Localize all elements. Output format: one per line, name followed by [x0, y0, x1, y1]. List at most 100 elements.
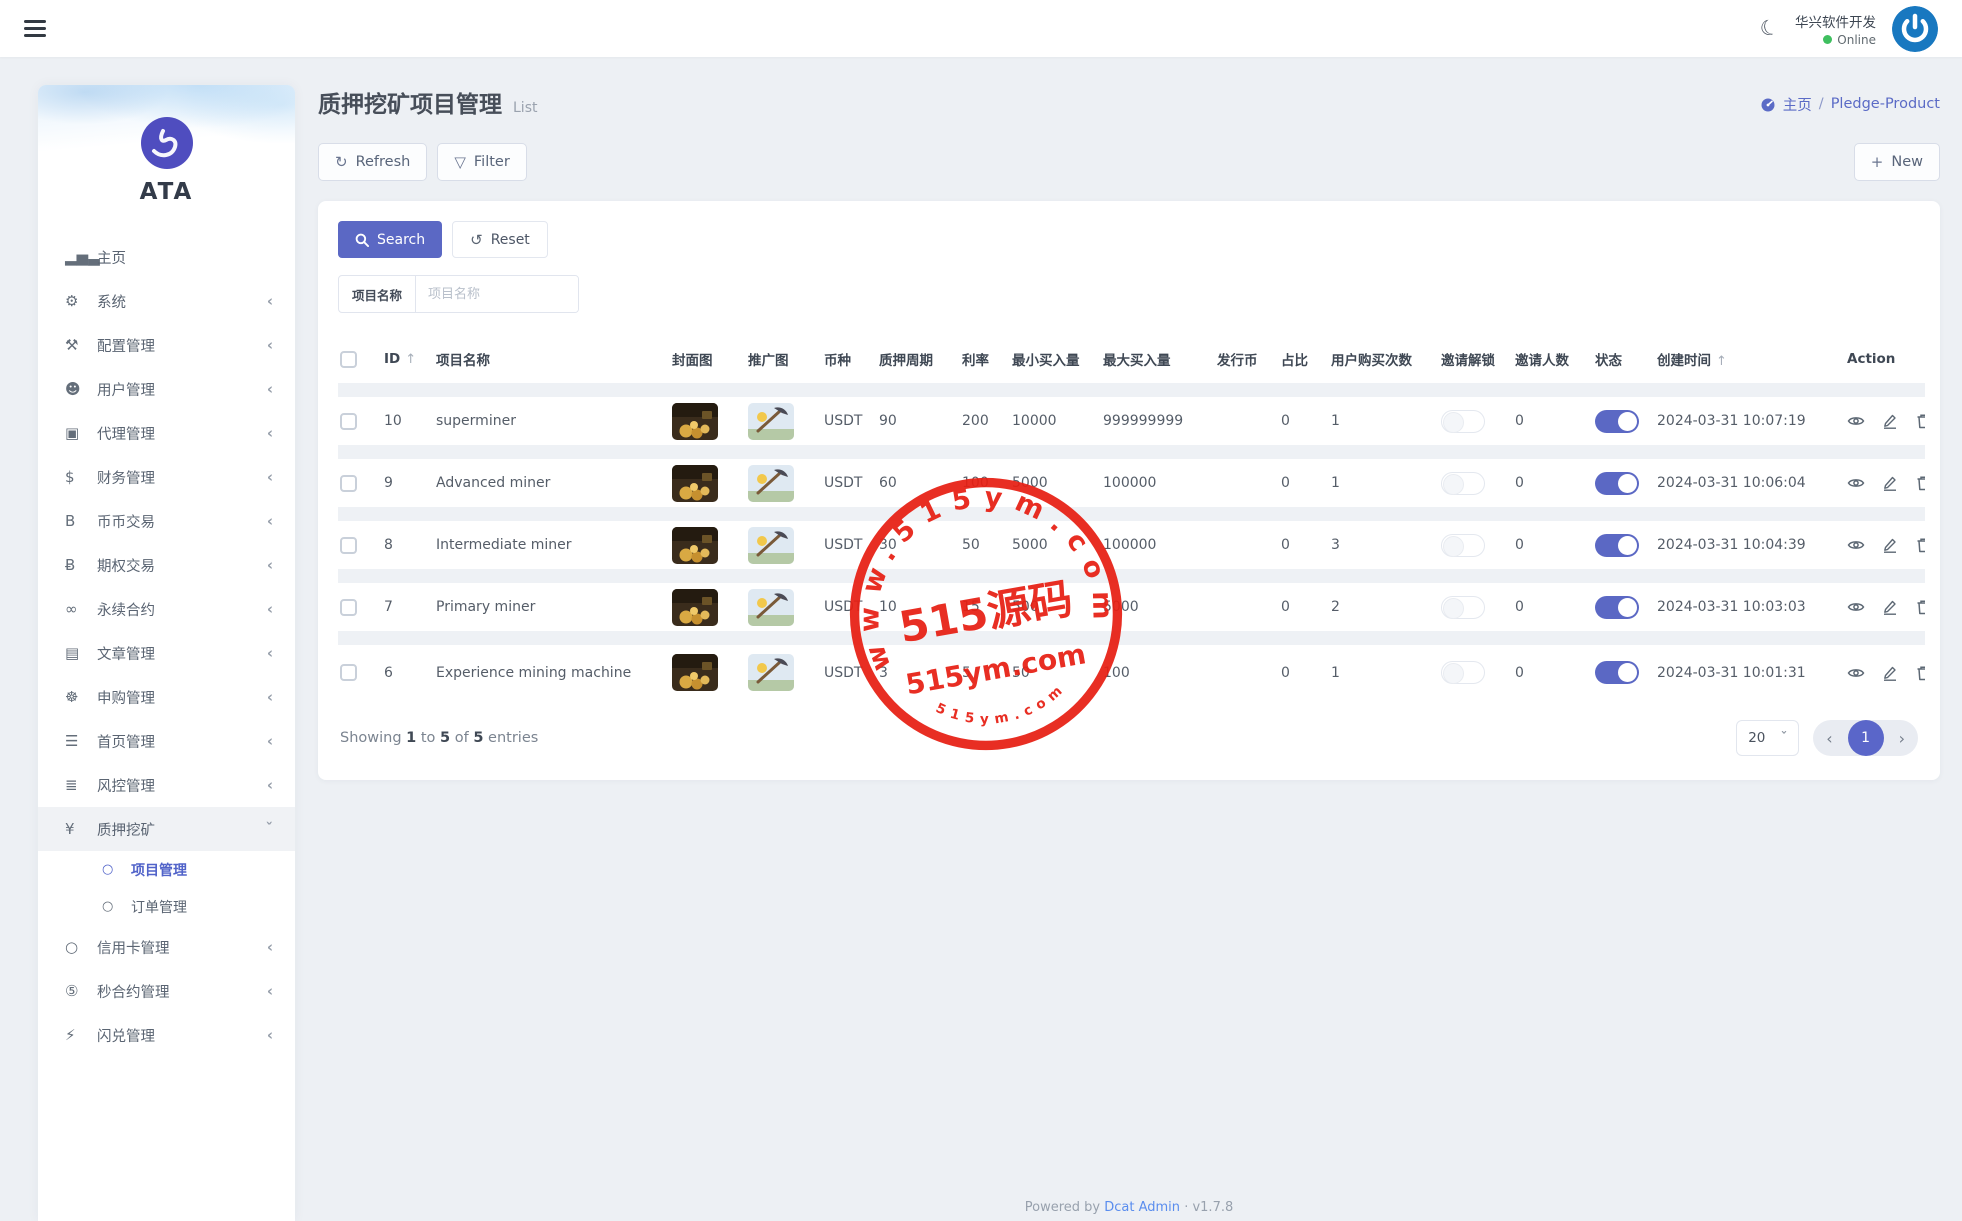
- project-name-input[interactable]: [416, 276, 578, 312]
- column-header[interactable]: 状态: [1593, 341, 1655, 390]
- search-button[interactable]: Search: [338, 221, 442, 258]
- column-header[interactable]: ID↑: [382, 341, 434, 390]
- status-toggle[interactable]: [1595, 534, 1639, 557]
- cover-image[interactable]: [672, 403, 718, 440]
- view-icon[interactable]: [1847, 475, 1865, 491]
- column-header[interactable]: 创建时间↑: [1655, 341, 1845, 390]
- column-header[interactable]: 质押周期: [877, 341, 960, 390]
- column-header[interactable]: 发行币: [1215, 341, 1279, 390]
- cover-image[interactable]: [672, 527, 718, 564]
- chevron-icon: ‹: [267, 1026, 273, 1044]
- edit-icon[interactable]: [1882, 475, 1898, 491]
- sidebar-item-label: 系统: [97, 291, 126, 312]
- cover-image[interactable]: [672, 654, 718, 691]
- sidebar-item[interactable]: B 币币交易 ‹: [38, 499, 295, 543]
- page-size-select[interactable]: 20 ˇ: [1736, 720, 1799, 756]
- refresh-button[interactable]: ↻ Refresh: [318, 143, 427, 181]
- invite-unlock-toggle[interactable]: [1441, 472, 1485, 495]
- invite-unlock-toggle[interactable]: [1441, 596, 1485, 619]
- row-checkbox[interactable]: [340, 599, 357, 616]
- column-header[interactable]: 利率: [960, 341, 1010, 390]
- delete-icon[interactable]: [1916, 537, 1925, 553]
- menu-toggle-icon[interactable]: [24, 16, 46, 41]
- column-header[interactable]: Action: [1845, 341, 1925, 390]
- column-header[interactable]: 邀请人数: [1513, 341, 1593, 390]
- dark-mode-icon[interactable]: ☾: [1757, 16, 1781, 42]
- invite-unlock-toggle[interactable]: [1441, 534, 1485, 557]
- view-icon[interactable]: [1847, 537, 1865, 553]
- promo-image[interactable]: [748, 654, 794, 691]
- reset-button[interactable]: ↺ Reset: [452, 221, 548, 258]
- cell-project-name: superminer: [434, 390, 670, 452]
- invite-unlock-toggle[interactable]: [1441, 661, 1485, 684]
- cell-invite-count: 0: [1513, 390, 1593, 452]
- edit-icon[interactable]: [1882, 413, 1898, 429]
- sidebar-item[interactable]: ☰ 首页管理 ‹: [38, 719, 295, 763]
- edit-icon[interactable]: [1882, 599, 1898, 615]
- view-icon[interactable]: [1847, 599, 1865, 615]
- avatar[interactable]: [1892, 6, 1938, 52]
- column-header[interactable]: 推广图: [746, 341, 822, 390]
- cover-image[interactable]: [672, 589, 718, 626]
- row-checkbox[interactable]: [340, 413, 357, 430]
- row-checkbox[interactable]: [340, 537, 357, 554]
- status-toggle[interactable]: [1595, 596, 1639, 619]
- promo-image[interactable]: [748, 403, 794, 440]
- filter-button[interactable]: ▽ Filter: [437, 143, 526, 181]
- sidebar-item[interactable]: ▂▅▃ 主页: [38, 235, 295, 279]
- promo-image[interactable]: [748, 589, 794, 626]
- column-header[interactable]: 币种: [822, 341, 877, 390]
- sidebar-item-label: 永续合约: [97, 599, 155, 620]
- status-toggle[interactable]: [1595, 472, 1639, 495]
- sidebar-item[interactable]: ☻ 用户管理 ‹: [38, 367, 295, 411]
- select-all-checkbox[interactable]: [340, 351, 357, 368]
- delete-icon[interactable]: [1916, 413, 1925, 429]
- column-header[interactable]: 邀请解锁: [1439, 341, 1513, 390]
- column-header[interactable]: 项目名称: [434, 341, 670, 390]
- promo-image[interactable]: [748, 527, 794, 564]
- column-header[interactable]: 最小买入量: [1010, 341, 1101, 390]
- column-header[interactable]: 封面图: [670, 341, 746, 390]
- sidebar-item[interactable]: ⚒ 配置管理 ‹: [38, 323, 295, 367]
- sidebar-item[interactable]: ○ 订单管理: [38, 888, 295, 925]
- row-checkbox[interactable]: [340, 475, 357, 492]
- sidebar-item[interactable]: $ 财务管理 ‹: [38, 455, 295, 499]
- column-header[interactable]: 最大买入量: [1101, 341, 1215, 390]
- row-checkbox[interactable]: [340, 664, 357, 681]
- delete-icon[interactable]: [1916, 599, 1925, 615]
- status-toggle[interactable]: [1595, 661, 1639, 684]
- edit-icon[interactable]: [1882, 665, 1898, 681]
- delete-icon[interactable]: [1916, 475, 1925, 491]
- breadcrumb-home-link[interactable]: 主页: [1783, 94, 1812, 115]
- sidebar-item[interactable]: ○ 项目管理: [38, 851, 295, 888]
- cell-coin: USDT: [822, 452, 877, 514]
- current-page-button[interactable]: 1: [1848, 720, 1884, 756]
- sidebar-item[interactable]: ¥ 质押挖矿 ˇ: [38, 807, 295, 851]
- sidebar-item[interactable]: ⚡ 闪兑管理 ‹: [38, 1013, 295, 1057]
- sidebar-item[interactable]: ○ 信用卡管理 ‹: [38, 925, 295, 969]
- invite-unlock-toggle[interactable]: [1441, 410, 1485, 433]
- sidebar-item[interactable]: ≣ 风控管理 ‹: [38, 763, 295, 807]
- prev-page-button[interactable]: ‹: [1826, 729, 1832, 748]
- sidebar-item[interactable]: Ƀ 期权交易 ‹: [38, 543, 295, 587]
- dcat-admin-link[interactable]: Dcat Admin: [1104, 1200, 1180, 1215]
- view-icon[interactable]: [1847, 413, 1865, 429]
- column-header[interactable]: 占比: [1279, 341, 1329, 390]
- promo-image[interactable]: [748, 465, 794, 502]
- column-header[interactable]: 用户购买次数: [1329, 341, 1439, 390]
- next-page-button[interactable]: ›: [1899, 729, 1905, 748]
- cell-issue-coin: [1215, 452, 1279, 514]
- sidebar-item[interactable]: ⑤ 秒合约管理 ‹: [38, 969, 295, 1013]
- sidebar-item[interactable]: ▣ 代理管理 ‹: [38, 411, 295, 455]
- view-icon[interactable]: [1847, 665, 1865, 681]
- edit-icon[interactable]: [1882, 537, 1898, 553]
- status-toggle[interactable]: [1595, 410, 1639, 433]
- sidebar-item[interactable]: ☸ 申购管理 ‹: [38, 675, 295, 719]
- cover-image[interactable]: [672, 465, 718, 502]
- sidebar-item[interactable]: ▤ 文章管理 ‹: [38, 631, 295, 675]
- new-button[interactable]: + New: [1854, 143, 1940, 181]
- sidebar-item[interactable]: ∞ 永续合约 ‹: [38, 587, 295, 631]
- sidebar-item[interactable]: ⚙ 系统 ‹: [38, 279, 295, 323]
- delete-icon[interactable]: [1916, 665, 1925, 681]
- user-menu[interactable]: 华兴软件开发 Online: [1795, 11, 1876, 47]
